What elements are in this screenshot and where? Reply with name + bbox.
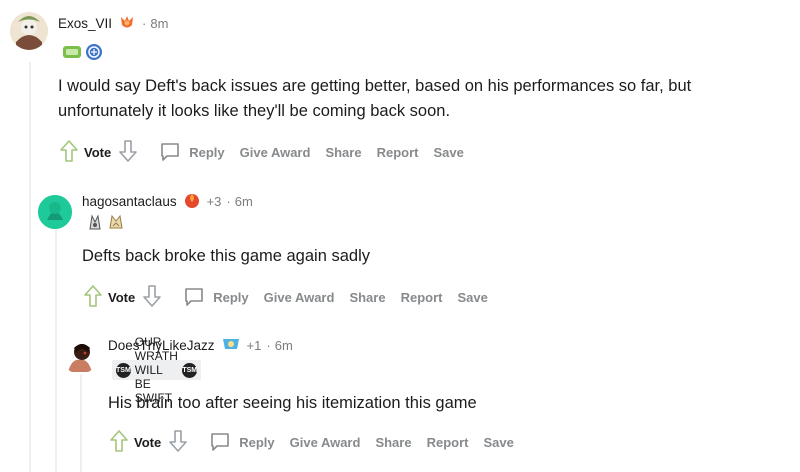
- reply-label: Reply: [213, 289, 249, 305]
- thread-line[interactable]: [29, 62, 31, 472]
- comment-text-line: unfortunately it looks like they'll be c…: [58, 102, 451, 120]
- share-button[interactable]: Share: [349, 290, 385, 305]
- award-icon: [62, 44, 82, 65]
- comment-actions: Vote Reply Give Award Share Report Save: [108, 429, 529, 456]
- share-button[interactable]: Share: [375, 435, 411, 450]
- downvote-icon[interactable]: [167, 429, 189, 456]
- comment-body: I would say Deft's back issues are getti…: [58, 74, 691, 124]
- tsm-logo-icon: TSM: [182, 362, 198, 378]
- give-award-button[interactable]: Give Award: [290, 435, 361, 450]
- vote-count: Vote: [84, 144, 112, 160]
- report-button[interactable]: Report: [401, 290, 443, 305]
- award-badges: [86, 213, 125, 236]
- upvote-icon[interactable]: [108, 429, 130, 456]
- avatar[interactable]: [10, 12, 48, 50]
- comment-bubble-icon: [211, 433, 230, 451]
- reply-label: Reply: [239, 434, 275, 450]
- downvote-icon[interactable]: [141, 284, 163, 311]
- avatar[interactable]: [62, 338, 98, 374]
- user-flair-icon: [118, 13, 136, 34]
- comment-text-line: I would say Deft's back issues are getti…: [58, 77, 692, 95]
- comment-actions: Vote Reply Give Award Share Report Save: [58, 139, 479, 166]
- separator: ·: [226, 193, 231, 209]
- timestamp[interactable]: 8m: [150, 16, 168, 31]
- award-icon: [85, 43, 103, 66]
- reply-button[interactable]: Reply: [183, 286, 249, 308]
- timestamp[interactable]: 6m: [275, 338, 293, 353]
- reply-label: Reply: [189, 144, 225, 160]
- save-button[interactable]: Save: [457, 290, 487, 305]
- save-button[interactable]: Save: [483, 435, 513, 450]
- score: +3: [206, 193, 222, 209]
- upvote-icon[interactable]: [82, 284, 104, 311]
- award-icon: [86, 213, 104, 236]
- comment-body: His brain too after seeing his itemizati…: [108, 394, 477, 412]
- score: +1: [246, 337, 262, 353]
- thread-line[interactable]: [80, 374, 82, 472]
- award-badges: [62, 43, 103, 66]
- give-award-button[interactable]: Give Award: [264, 290, 335, 305]
- reply-button[interactable]: Reply: [159, 141, 225, 163]
- user-flair-icon: [221, 335, 241, 356]
- separator: ·: [142, 15, 147, 31]
- vote-count: Vote: [108, 289, 136, 305]
- reply-button[interactable]: Reply: [209, 431, 275, 453]
- comment-bubble-icon: [185, 288, 204, 306]
- comment-body: Defts back broke this game again sadly: [82, 247, 370, 265]
- share-button[interactable]: Share: [325, 145, 361, 160]
- tsm-logo-icon: TSM: [116, 362, 131, 378]
- upvote-icon[interactable]: [58, 139, 80, 166]
- avatar[interactable]: [38, 195, 72, 229]
- save-button[interactable]: Save: [433, 145, 463, 160]
- username[interactable]: hagosantaclaus: [82, 194, 177, 209]
- user-flair-icon: [183, 191, 201, 212]
- vote-count: Vote: [134, 434, 162, 450]
- timestamp[interactable]: 6m: [235, 194, 253, 209]
- user-text-flair: TSM OUR WRATH WILL BE SWIFT TSM: [112, 335, 202, 405]
- award-icon: [107, 213, 125, 236]
- downvote-icon[interactable]: [117, 139, 139, 166]
- report-button[interactable]: Report: [377, 145, 419, 160]
- comment-actions: Vote Reply Give Award Share Report Save: [82, 284, 503, 311]
- give-award-button[interactable]: Give Award: [240, 145, 311, 160]
- report-button[interactable]: Report: [427, 435, 469, 450]
- separator: ·: [266, 337, 271, 353]
- username[interactable]: Exos_VII: [58, 16, 112, 31]
- thread-line[interactable]: [55, 226, 57, 472]
- comment-bubble-icon: [161, 143, 180, 161]
